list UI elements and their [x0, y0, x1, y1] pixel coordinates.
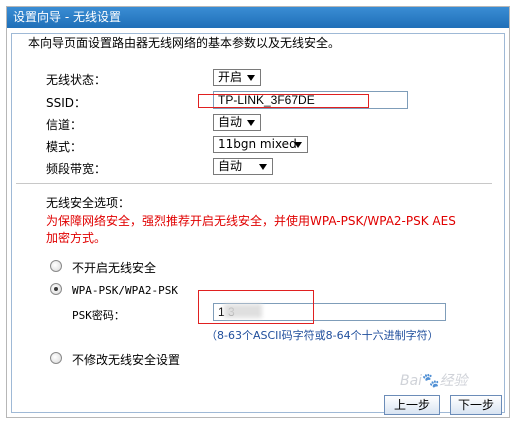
wireless-status-value: 开启	[218, 70, 243, 84]
radio-wpa-psk[interactable]	[50, 283, 62, 295]
psk-highlight-box	[198, 290, 314, 324]
mode-select[interactable]: 11bgn mixed	[213, 136, 308, 153]
channel-label: 信道：	[46, 118, 83, 132]
mode-label: 模式：	[46, 140, 83, 154]
channel-select[interactable]: 自动	[213, 114, 261, 131]
bandwidth-select[interactable]: 自动	[213, 158, 273, 175]
psk-hint: （8-63个ASCII码字符或8-64个十六进制字符）	[206, 329, 439, 342]
intro-text: 本向导页面设置路由器无线网络的基本参数以及无线安全。	[28, 36, 341, 50]
mode-value: 11bgn mixed	[218, 137, 297, 151]
radio-no-security-label: 不开启无线安全	[72, 261, 157, 275]
window-title: 设置向导 - 无线设置	[7, 7, 509, 28]
radio-wpa-psk-label: WPA-PSK/WPA2-PSK	[72, 284, 178, 297]
radio-no-security[interactable]	[50, 260, 62, 272]
security-heading: 无线安全选项：	[46, 196, 131, 210]
wireless-status-select[interactable]: 开启	[213, 69, 261, 86]
prev-button[interactable]: 上一步	[384, 395, 440, 415]
chevron-down-icon	[247, 75, 255, 81]
ssid-label: SSID：	[46, 96, 87, 110]
radio-keep-security-label: 不修改无线安全设置	[72, 353, 181, 367]
chevron-down-icon	[259, 164, 267, 170]
radio-keep-security[interactable]	[50, 352, 62, 364]
psk-password-label: PSK密码：	[72, 309, 125, 322]
wireless-status-label: 无线状态：	[46, 73, 107, 87]
channel-value: 自动	[218, 115, 243, 129]
watermark-suffix: 经验	[439, 373, 468, 389]
bandwidth-value: 自动	[218, 159, 243, 173]
ssid-highlight-box	[198, 94, 369, 108]
paw-icon: 🐾	[422, 373, 440, 389]
chevron-down-icon	[294, 142, 302, 148]
security-warning: 为保障网络安全，强烈推荐开启无线安全，并使用WPA-PSK/WPA2-PSK A…	[46, 214, 456, 245]
next-button[interactable]: 下一步	[450, 395, 502, 415]
watermark-text: Bai	[400, 373, 423, 389]
chevron-down-icon	[247, 120, 255, 126]
baidu-watermark: Bai🐾经验	[400, 370, 468, 390]
bandwidth-label: 频段带宽：	[46, 162, 107, 176]
divider	[16, 183, 492, 184]
